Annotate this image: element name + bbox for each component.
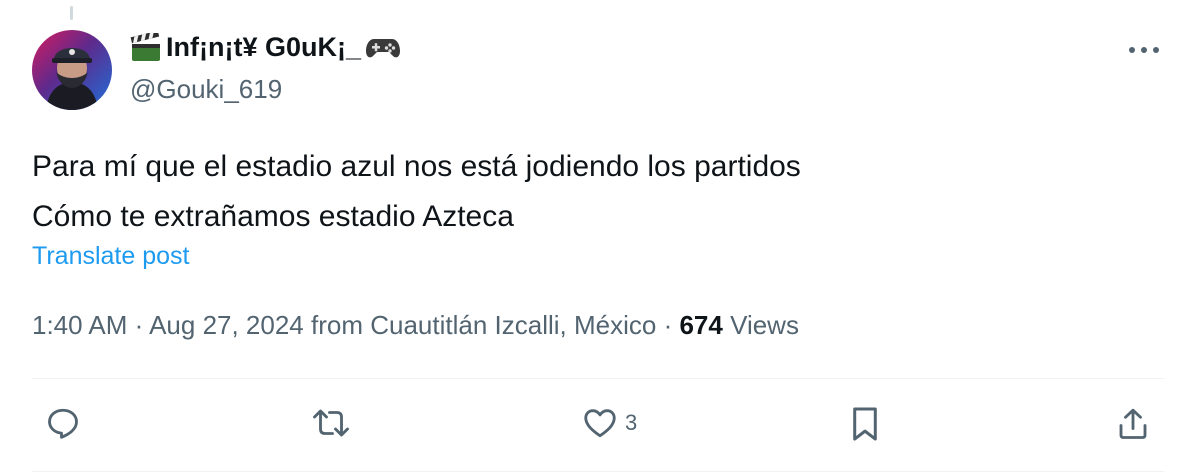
author-display-name-text: Inf¡n¡t¥ G0uK¡_ [166, 32, 361, 62]
meta-separator: · [656, 310, 680, 340]
views-count: 674 [679, 310, 723, 340]
bookmark-button[interactable] [848, 405, 882, 443]
divider [32, 471, 1164, 472]
post-time[interactable]: 1:40 AM [32, 310, 127, 340]
views-label: Views [722, 310, 799, 340]
bookmark-icon [853, 407, 877, 441]
post-meta: 1:40 AM · Aug 27, 2024 from Cuautitlán I… [32, 310, 799, 341]
post-text-line: Para mí que el estadio azul nos está jod… [32, 150, 801, 183]
avatar-image [32, 30, 112, 110]
post-date[interactable]: Aug 27, 2024 [149, 310, 304, 340]
reply-icon [48, 408, 78, 439]
author-display-name[interactable]: Inf¡n¡t¥ G0uK¡_ [130, 32, 401, 63]
game-controller-icon [365, 35, 401, 61]
reply-button[interactable] [44, 405, 82, 441]
repost-icon [313, 409, 349, 437]
post-text: Para mí que el estadio azul nos está jod… [32, 142, 801, 242]
repost-button[interactable] [310, 405, 352, 441]
meta-separator: · [127, 310, 150, 340]
heart-icon [584, 409, 616, 438]
like-button[interactable]: 3 [581, 405, 637, 441]
share-icon [1119, 408, 1147, 439]
more-icon[interactable] [1126, 38, 1162, 62]
share-button[interactable] [1115, 405, 1151, 443]
thread-connector-line [70, 6, 73, 20]
clapperboard-icon [130, 32, 162, 63]
translate-post-link[interactable]: Translate post [32, 242, 189, 271]
divider [32, 378, 1164, 379]
post-text-line: Cómo te extrañamos estadio Azteca [32, 200, 514, 233]
post-location: from Cuautitlán Izcalli, México [303, 310, 657, 340]
avatar[interactable] [32, 30, 112, 110]
like-count: 3 [625, 410, 638, 435]
author-handle[interactable]: @Gouki_619 [130, 74, 282, 105]
